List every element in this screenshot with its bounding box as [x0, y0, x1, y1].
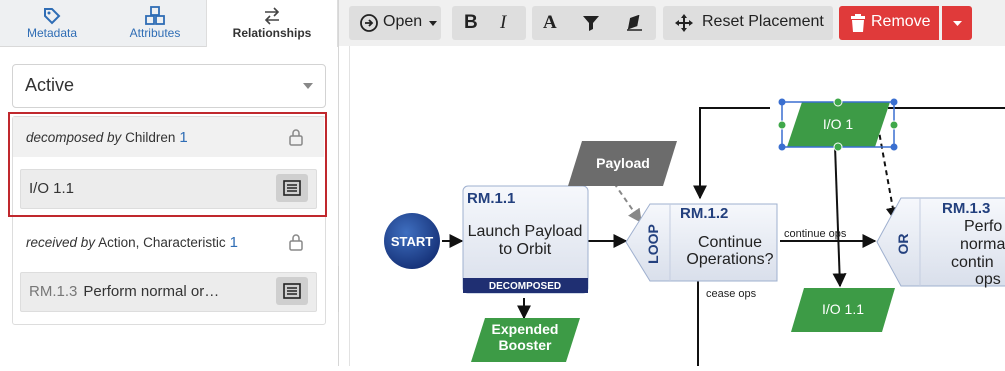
relationship-item-name: Perform normal or…: [83, 283, 220, 300]
trash-icon: [851, 14, 865, 32]
rm13-line1: Perfo: [964, 218, 1002, 235]
expended-line2: Booster: [499, 337, 552, 353]
lock-icon[interactable]: [288, 233, 304, 251]
eraser-icon[interactable]: [624, 15, 644, 31]
function-box-rm-1-1[interactable]: RM.1.1 Launch Payload to Orbit DECOMPOSE…: [462, 185, 589, 294]
format-group: A: [532, 6, 656, 40]
rm12-line1: Continue: [698, 234, 762, 251]
tab-metadata-label: Metadata: [26, 26, 78, 40]
connection-point[interactable]: [833, 142, 843, 152]
rm12-line2: Operations?: [686, 251, 773, 268]
font-color-button[interactable]: A: [543, 12, 557, 34]
rm11-line1: Launch Payload: [468, 223, 583, 240]
payload-label: Payload: [596, 155, 650, 171]
connector: [832, 145, 847, 288]
remove-label: Remove: [871, 13, 931, 30]
reset-placement-label: Reset Placement: [702, 13, 824, 30]
resize-handle[interactable]: [778, 143, 786, 151]
diagram-canvas[interactable]: START RM.1.1 Launch Payload to Orbit DEC…: [349, 46, 1005, 366]
text-style-group: B I: [452, 6, 526, 40]
loop-label: LOOP: [645, 224, 661, 264]
tab-attributes[interactable]: Attributes: [104, 0, 206, 46]
caret-down-icon: [953, 21, 962, 26]
io-1-1-item[interactable]: I/O 1.1: [791, 288, 895, 332]
fill-color-icon[interactable]: [582, 14, 600, 32]
tab-relationships[interactable]: Relationships: [206, 0, 338, 47]
resize-handle[interactable]: [778, 98, 786, 106]
remove-button[interactable]: Remove: [839, 6, 939, 40]
arrow-circle-icon: [360, 14, 378, 32]
status-filter-value: Active: [25, 75, 75, 95]
continue-ops-label: continue ops: [784, 228, 847, 240]
status-filter-select[interactable]: Active: [12, 64, 326, 108]
flow-diagram: START RM.1.1 Launch Payload to Orbit DEC…: [384, 97, 1005, 366]
resize-handle[interactable]: [890, 143, 898, 151]
relationship-group-header: received by Action, Characteristic 1: [13, 222, 324, 262]
tab-metadata[interactable]: Metadata: [0, 0, 104, 46]
rm13-line3: contin: [951, 254, 994, 271]
details-button[interactable]: [276, 277, 308, 305]
connector: [699, 107, 770, 198]
details-panel: Metadata Attributes Relationships Active…: [0, 0, 339, 366]
expended-booster-item[interactable]: Expended Booster: [471, 318, 580, 362]
start-node[interactable]: START: [384, 213, 440, 269]
relationship-item[interactable]: RM.1.3 Perform normal or…: [20, 272, 317, 312]
or-label: OR: [895, 234, 911, 255]
chevron-down-icon: [303, 83, 313, 89]
diagram-area: Open B I A Reset Placement Remove START …: [339, 0, 1005, 366]
expended-line1: Expended: [492, 321, 559, 337]
move-arrows-icon: [675, 14, 693, 32]
connection-point[interactable]: [777, 120, 787, 130]
io11-label: I/O 1.1: [822, 301, 864, 317]
start-label: START: [391, 234, 433, 249]
resize-handle[interactable]: [890, 98, 898, 106]
toolbar: Open B I A Reset Placement Remove: [339, 0, 1005, 46]
decomposed-badge: DECOMPOSED: [489, 281, 561, 292]
bold-button[interactable]: B: [464, 12, 478, 34]
relationship-verb: received by: [26, 235, 96, 250]
tag-icon: [44, 8, 61, 25]
connector: [613, 182, 642, 224]
relationship-count[interactable]: 1: [230, 234, 238, 251]
remove-options-button[interactable]: [942, 6, 972, 40]
io-1-item[interactable]: I/O 1: [777, 97, 899, 152]
rm13-line2: norma: [960, 236, 1005, 253]
open-label: Open: [383, 13, 423, 30]
rm11-id: RM.1.1: [467, 190, 515, 207]
function-box-rm-1-2[interactable]: RM.1.2 Continue Operations? LOOP: [625, 203, 778, 282]
function-box-rm-1-3[interactable]: RM.1.3 Perfo norma contin ops OR: [876, 197, 1005, 288]
rm11-line2: to Orbit: [499, 241, 552, 258]
relationship-target: Action, Characteristic: [98, 235, 226, 250]
cubes-icon: [145, 6, 165, 25]
rm12-id: RM.1.2: [680, 205, 728, 222]
open-button[interactable]: Open: [349, 6, 441, 40]
tab-bar: Metadata Attributes Relationships: [0, 0, 338, 47]
cease-ops-label: cease ops: [706, 288, 757, 300]
rm13-id: RM.1.3: [942, 200, 990, 217]
tab-relationships-label: Relationships: [232, 26, 312, 40]
reset-placement-button[interactable]: Reset Placement: [663, 6, 833, 40]
selection-highlight: [8, 112, 327, 217]
connector: [877, 125, 900, 222]
connection-point[interactable]: [833, 97, 843, 107]
io1-label: I/O 1: [823, 116, 854, 132]
tab-attributes-label: Attributes: [129, 26, 181, 40]
swap-arrows-icon: [264, 7, 280, 25]
connection-point[interactable]: [889, 120, 899, 130]
rm13-line4: ops: [975, 271, 1001, 288]
italic-button[interactable]: I: [500, 12, 506, 34]
relationship-item-id: RM.1.3: [29, 283, 78, 300]
payload-item[interactable]: Payload: [568, 141, 677, 186]
caret-down-icon: [429, 21, 437, 26]
list-details-icon: [283, 283, 301, 299]
